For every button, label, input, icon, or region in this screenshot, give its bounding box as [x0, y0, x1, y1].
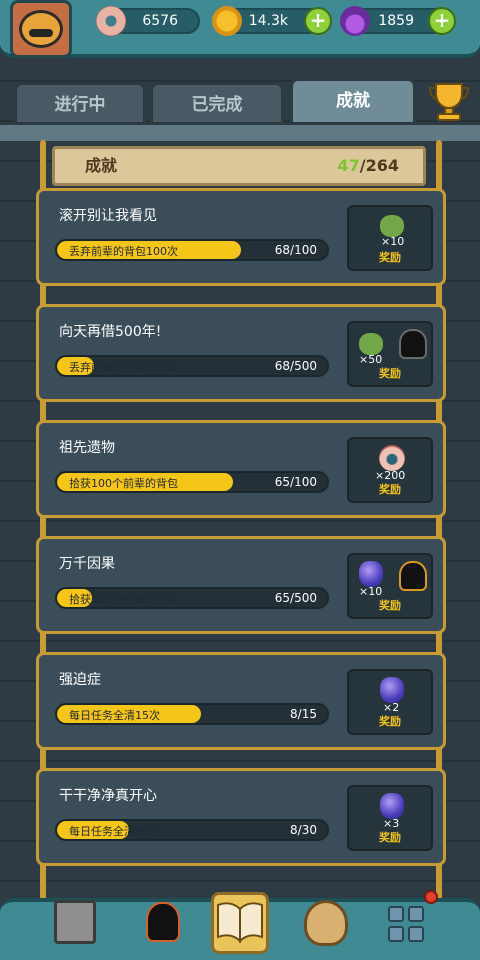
achievement-progress-text: 65/100	[274, 475, 317, 489]
trophy-icon[interactable]	[426, 80, 472, 122]
eyeball-resource: 6576	[96, 6, 200, 36]
achievement-card: 干干净净真开心 每日任务全清30次 8/30 ×3 奖励	[36, 768, 446, 866]
achievement-card: 万千因果 拾获500个前辈的背包 65/500 ×10 奖励	[36, 536, 446, 634]
achievement-progress-text: 65/500	[274, 591, 317, 605]
achievement-description: 丢弃前辈的背包100次	[69, 245, 178, 258]
add-coins-button[interactable]: +	[304, 7, 332, 35]
reward-label: 奖励	[379, 715, 401, 728]
eyeball-icon	[379, 445, 405, 471]
nav-menu[interactable]	[378, 890, 438, 958]
achievement-progress-bar: 每日任务全清30次 8/30	[55, 819, 329, 841]
reward-label: 奖励	[379, 831, 401, 844]
top-bar: 6576 14.3k + 1859 +	[0, 0, 480, 58]
achievement-description: 丢弃前辈的背包500次	[69, 361, 178, 374]
coin-resource: 14.3k +	[212, 6, 332, 36]
achievement-progress-bar: 丢弃前辈的背包100次 68/100	[55, 239, 329, 261]
achievement-title: 向天再借500年!	[59, 324, 162, 340]
reward-box[interactable]: ×50 奖励	[347, 321, 433, 387]
bottom-navigation	[0, 890, 480, 960]
nav-bag[interactable]	[296, 896, 354, 958]
achievement-description: 每日任务全清30次	[69, 825, 160, 838]
achievement-title: 干干净净真开心	[59, 788, 157, 804]
monster-face-icon	[19, 10, 63, 48]
eyeball-count: 6576	[142, 13, 178, 29]
achievement-progress-bar: 拾获100个前辈的背包 65/100	[55, 471, 329, 493]
reward-box[interactable]: ×3 奖励	[347, 785, 433, 851]
potion-icon	[340, 6, 370, 36]
player-avatar[interactable]	[10, 0, 72, 58]
potion-count: 1859	[378, 13, 414, 29]
achievement-description: 拾获100个前辈的背包	[69, 477, 178, 490]
achievement-card: 祖先遗物 拾获100个前辈的背包 65/100 ×200 奖励	[36, 420, 446, 518]
add-potions-button[interactable]: +	[428, 7, 456, 35]
achievement-progress-text: 8/30	[290, 823, 317, 837]
miner-ghost-icon	[399, 561, 427, 591]
achievements-completed: 47	[337, 156, 360, 175]
achievement-description: 每日任务全清15次	[69, 709, 160, 722]
eyeball-icon	[96, 6, 126, 36]
crystal-icon	[380, 793, 404, 819]
grid-menu-icon	[378, 896, 434, 952]
notification-badge	[424, 890, 438, 904]
achievement-progress-text: 68/100	[274, 243, 317, 257]
reward-box[interactable]: ×10 奖励	[347, 553, 433, 619]
reward-label: 奖励	[379, 367, 401, 380]
achievement-card: 强迫症 每日任务全清15次 8/15 ×2 奖励	[36, 652, 446, 750]
money-bag-icon	[304, 900, 348, 946]
reward-label: 奖励	[379, 483, 401, 496]
tab-underline	[0, 122, 480, 144]
coin-count: 14.3k	[248, 13, 288, 29]
achievement-card: 滚开别让我看见 丢弃前辈的背包100次 68/100 ×10 奖励	[36, 188, 446, 286]
achievement-progress-bar: 丢弃前辈的背包500次 68/500	[55, 355, 329, 377]
achievements-header: 成就 47/264	[52, 146, 426, 186]
achievement-title: 万千因果	[59, 556, 115, 572]
fire-monster-icon	[146, 902, 180, 942]
reward-label: 奖励	[379, 599, 401, 612]
achievement-progress-bar: 每日任务全清15次 8/15	[55, 703, 329, 725]
achievements-total: /264	[359, 156, 399, 175]
reward-box[interactable]: ×200 奖励	[347, 437, 433, 503]
shop-icon	[54, 900, 96, 944]
reward-quantity: ×10	[381, 235, 405, 248]
achievement-progress-bar: 拾获500个前辈的背包 65/500	[55, 587, 329, 609]
achievement-description: 拾获500个前辈的背包	[69, 593, 178, 606]
nav-monster[interactable]	[134, 896, 192, 958]
coin-icon	[212, 6, 242, 36]
slime-icon	[380, 215, 404, 237]
achievement-progress-text: 8/15	[290, 707, 317, 721]
reward-box[interactable]: ×10 奖励	[347, 205, 433, 271]
achievements-count: 47/264	[337, 149, 399, 183]
achievement-title: 强迫症	[59, 672, 101, 688]
achievement-title: 滚开别让我看见	[59, 208, 157, 224]
nav-book[interactable]	[211, 892, 269, 954]
crystal-icon	[380, 677, 404, 703]
ghost-icon	[399, 329, 427, 359]
reward-label: 奖励	[379, 251, 401, 264]
crystal-icon	[359, 561, 383, 587]
reward-box[interactable]: ×2 奖励	[347, 669, 433, 735]
slime-icon	[359, 333, 383, 355]
achievements-header-label: 成就	[85, 156, 118, 175]
achievement-card: 向天再借500年! 丢弃前辈的背包500次 68/500 ×50 奖励	[36, 304, 446, 402]
open-book-icon	[217, 902, 263, 944]
achievement-title: 祖先遗物	[59, 440, 115, 456]
achievement-progress-text: 68/500	[274, 359, 317, 373]
nav-shop[interactable]	[46, 896, 104, 958]
potion-resource: 1859 +	[340, 6, 456, 36]
